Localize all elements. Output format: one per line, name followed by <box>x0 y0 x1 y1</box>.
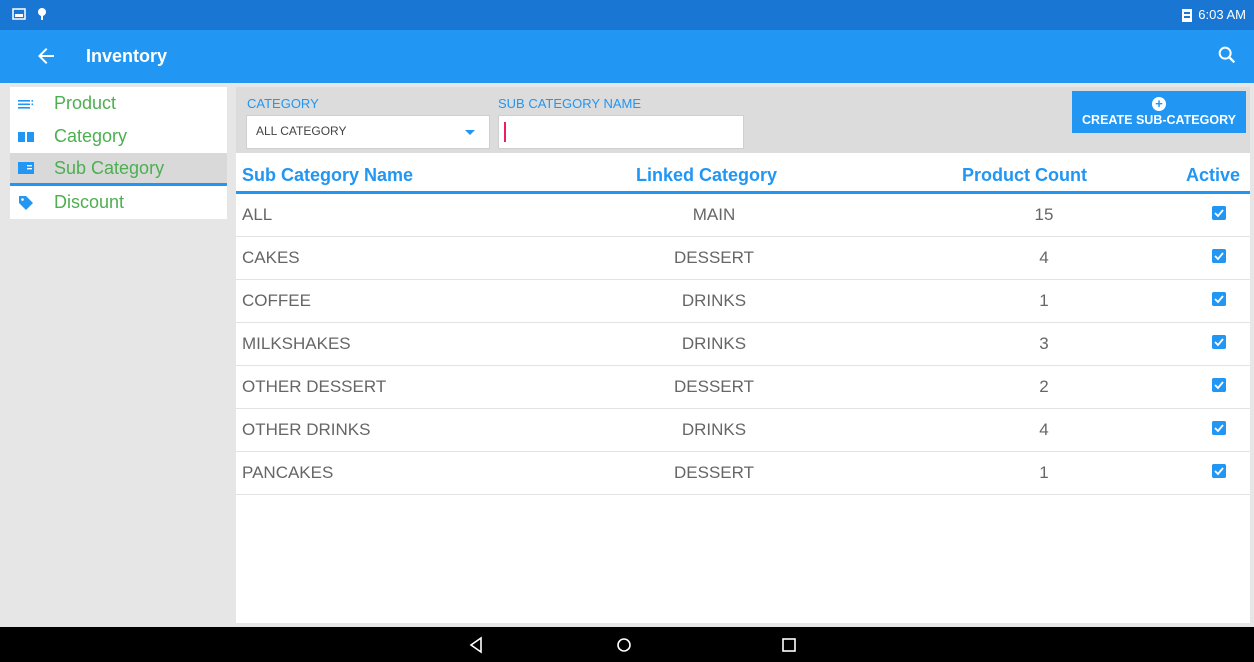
active-checkbox[interactable] <box>1212 378 1226 392</box>
filter-bar: CATEGORY ALL CATEGORY SUB CATEGORY NAME … <box>236 87 1250 153</box>
row-sub-category-name: OTHER DESSERT <box>242 377 387 396</box>
row-sub-category-name: OTHER DRINKS <box>242 420 371 439</box>
column-header-linked-category[interactable]: Linked Category <box>636 165 777 186</box>
sidebar-item-product[interactable]: Product <box>10 87 227 120</box>
create-sub-category-button[interactable]: + CREATE SUB-CATEGORY <box>1072 91 1246 133</box>
active-checkbox[interactable] <box>1212 421 1226 435</box>
row-product-count: 1 <box>1039 291 1049 310</box>
row-sub-category-name: MILKSHAKES <box>242 334 351 353</box>
row-linked-category: MAIN <box>692 205 736 224</box>
active-checkbox[interactable] <box>1212 292 1226 306</box>
main-panel: CATEGORY ALL CATEGORY SUB CATEGORY NAME … <box>236 87 1250 623</box>
row-product-count: 4 <box>1039 248 1049 267</box>
row-product-count: 15 <box>1034 205 1054 224</box>
sidebar: Product Category Sub Category Discount <box>10 87 227 219</box>
column-header-active[interactable]: Active <box>1186 165 1240 186</box>
active-checkbox[interactable] <box>1212 335 1226 349</box>
sidebar-item-label: Category <box>54 126 128 146</box>
row-linked-category: DRINKS <box>681 291 747 310</box>
row-sub-category-name: COFFEE <box>242 291 311 310</box>
row-product-count: 1 <box>1039 463 1049 482</box>
back-arrow-icon[interactable] <box>34 44 58 68</box>
system-nav-bar <box>0 627 1254 662</box>
sidebar-item-label: Sub Category <box>54 157 165 178</box>
book-open-icon <box>16 158 36 178</box>
search-icon[interactable] <box>1216 44 1238 66</box>
sub-category-name-input[interactable] <box>498 115 744 149</box>
row-product-count: 2 <box>1039 377 1049 396</box>
table-row[interactable]: OTHER DRINKS DRINKS 4 <box>236 409 1250 452</box>
table-row[interactable]: ALL MAIN 15 <box>236 194 1250 237</box>
tag-icon <box>16 193 36 213</box>
column-header-product-count[interactable]: Product Count <box>962 165 1087 186</box>
status-bar: 6:03 AM <box>0 0 1254 30</box>
row-linked-category: DRINKS <box>681 420 747 439</box>
image-icon <box>12 8 26 20</box>
home-circle-icon[interactable] <box>614 635 634 655</box>
sidebar-item-category[interactable]: Category <box>10 120 227 153</box>
row-linked-category: DESSERT <box>674 377 754 396</box>
table-header: Sub Category Name Linked Category Produc… <box>236 161 1250 194</box>
active-checkbox[interactable] <box>1212 249 1226 263</box>
book-icon <box>16 127 36 147</box>
app-bar: Inventory <box>0 30 1254 83</box>
sub-category-name-label: SUB CATEGORY NAME <box>498 96 642 111</box>
column-header-sub-category-name[interactable]: Sub Category Name <box>242 165 413 186</box>
dropdown-arrow-icon <box>465 130 475 135</box>
row-linked-category: DESSERT <box>674 248 754 267</box>
table-row[interactable]: MILKSHAKES DRINKS 3 <box>236 323 1250 366</box>
sidebar-item-label: Discount <box>54 192 125 212</box>
row-linked-category: DRINKS <box>681 334 747 353</box>
table-row[interactable]: COFFEE DRINKS 1 <box>236 280 1250 323</box>
row-product-count: 3 <box>1039 334 1049 353</box>
category-dropdown[interactable]: ALL CATEGORY <box>246 115 490 149</box>
sub-category-table: ALL MAIN 15 CAKES DESSERT 4 COFFEE DRINK… <box>236 194 1250 495</box>
list-icon <box>16 94 36 114</box>
row-product-count: 4 <box>1039 420 1049 439</box>
create-sub-category-label: CREATE SUB-CATEGORY <box>1082 113 1236 127</box>
table-row[interactable]: CAKES DESSERT 4 <box>236 237 1250 280</box>
row-linked-category: DESSERT <box>674 463 754 482</box>
battery-icon <box>1182 8 1193 22</box>
row-sub-category-name: PANCAKES <box>242 463 334 482</box>
table-row[interactable]: OTHER DESSERT DESSERT 2 <box>236 366 1250 409</box>
back-triangle-icon[interactable] <box>466 635 486 655</box>
sidebar-item-discount[interactable]: Discount <box>10 186 227 219</box>
table-row[interactable]: PANCAKES DESSERT 1 <box>236 452 1250 495</box>
row-sub-category-name: ALL <box>242 205 273 224</box>
recents-square-icon[interactable] <box>779 635 799 655</box>
active-checkbox[interactable] <box>1212 464 1226 478</box>
active-checkbox[interactable] <box>1212 206 1226 220</box>
location-icon <box>38 8 46 20</box>
sidebar-item-sub-category[interactable]: Sub Category <box>10 153 227 186</box>
page-title: Inventory <box>86 46 168 66</box>
add-circle-icon: + <box>1152 97 1166 111</box>
category-dropdown-value: ALL CATEGORY <box>256 124 347 138</box>
category-label: CATEGORY <box>247 96 319 111</box>
row-sub-category-name: CAKES <box>242 248 300 267</box>
status-time: 6:03 AM <box>1198 7 1246 22</box>
text-cursor <box>504 122 506 142</box>
sidebar-item-label: Product <box>54 93 117 113</box>
